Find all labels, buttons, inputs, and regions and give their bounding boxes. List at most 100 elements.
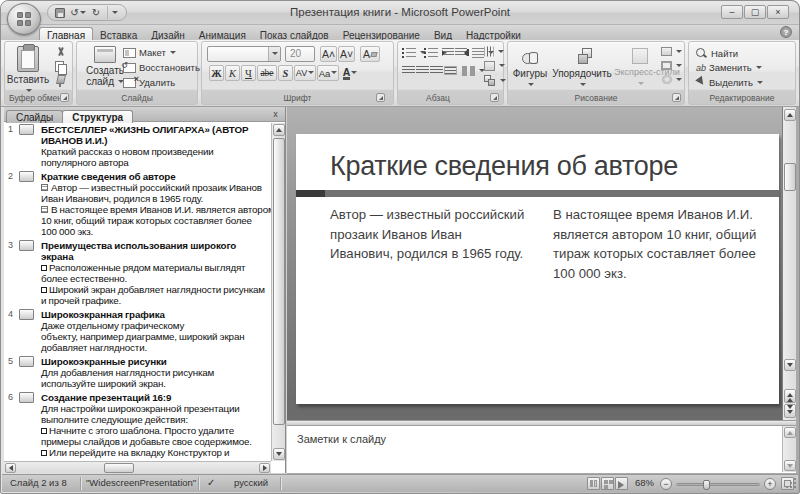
arrange-button[interactable]: Упорядочить bbox=[550, 48, 614, 90]
copy-button[interactable] bbox=[55, 61, 66, 73]
notes-panel[interactable]: Заметки к слайду bbox=[287, 426, 796, 474]
outline-item-title[interactable]: Широкоэкранная графика bbox=[41, 309, 271, 320]
increase-indent-button[interactable] bbox=[455, 48, 467, 57]
notes-scroll-up-icon[interactable] bbox=[784, 427, 796, 438]
select-button[interactable]: Выделить bbox=[696, 77, 763, 88]
outline-block[interactable]: Для добавления наглядности рисункам испо… bbox=[41, 367, 271, 389]
maximize-button[interactable]: ▢ bbox=[744, 5, 766, 19]
outline-item-title[interactable]: Широкоэкранные рисунки bbox=[41, 356, 271, 367]
shapes-button[interactable]: Фигуры bbox=[510, 48, 550, 90]
shadow-button[interactable]: S bbox=[278, 65, 293, 81]
convert-smartart-button[interactable] bbox=[484, 75, 506, 86]
outline-block[interactable]: В настоящее время Иванов И.И. является а… bbox=[41, 204, 271, 237]
bullets-button[interactable] bbox=[402, 48, 426, 58]
zoom-slider[interactable] bbox=[676, 483, 760, 486]
outline-scroll-left-icon[interactable] bbox=[5, 463, 16, 473]
outline-item-title[interactable]: Преимущества использования широкого экра… bbox=[41, 240, 271, 262]
slideshow-view-button[interactable] bbox=[615, 477, 628, 490]
character-spacing-button[interactable]: AV bbox=[294, 65, 316, 81]
shape-fill-button[interactable] bbox=[661, 47, 682, 56]
slide-vscrollbar[interactable] bbox=[782, 107, 796, 420]
strikethrough-button[interactable]: abe bbox=[257, 65, 277, 81]
outline-item-title[interactable]: БЕСТСЕЛЛЕР «ЖИЗНЬ ОЛИГАРХА» (АВТОР ИВАНО… bbox=[41, 124, 271, 146]
qat-more-button[interactable] bbox=[107, 6, 121, 19]
layout-button[interactable]: Макет bbox=[123, 47, 176, 58]
notes-placeholder[interactable]: Заметки к слайду bbox=[297, 433, 386, 445]
title-bar[interactable]: ↺ ↻ Презентация книги - Microsoft PowerP… bbox=[1, 1, 799, 25]
align-center-button[interactable] bbox=[416, 66, 429, 75]
next-slide-button[interactable] bbox=[784, 404, 796, 418]
outline-block[interactable]: Автор — известный российский прозаик Ива… bbox=[41, 182, 271, 204]
align-left-button[interactable] bbox=[402, 66, 415, 75]
close-button[interactable]: × bbox=[767, 5, 789, 19]
align-right-button[interactable] bbox=[430, 66, 443, 75]
outline-block[interactable]: Краткий рассказ о новом произведении поп… bbox=[41, 146, 271, 168]
outline-item[interactable]: 1 БЕСТСЕЛЛЕР «ЖИЗНЬ ОЛИГАРХА» (АВТОР ИВА… bbox=[4, 124, 271, 168]
outline-block[interactable]: Начните с этого шаблона. Просто удалите … bbox=[41, 425, 271, 447]
slide-title[interactable]: Краткие сведения об авторе bbox=[330, 151, 678, 182]
spellcheck-icon[interactable]: ✓ bbox=[207, 477, 215, 488]
outline-block[interactable]: Расположенные рядом материалы выглядят б… bbox=[41, 262, 271, 284]
slide-scroll-down-icon[interactable] bbox=[784, 359, 796, 371]
slide-text-right[interactable]: В настоящее время Иванов И.И. является а… bbox=[553, 205, 778, 283]
notes-vscrollbar[interactable] bbox=[782, 426, 796, 472]
undo-button[interactable]: ↺ bbox=[71, 6, 85, 19]
help-icon[interactable]: ? bbox=[780, 26, 792, 38]
font-color-button[interactable]: А bbox=[343, 65, 357, 81]
outline-scroll-down-icon[interactable] bbox=[273, 448, 285, 460]
change-case-button[interactable]: Aa bbox=[317, 65, 339, 81]
outline-block[interactable]: Или перейдите на вкладку Конструктор и bbox=[41, 447, 271, 458]
decrease-indent-button[interactable] bbox=[442, 48, 454, 57]
panel-close-icon[interactable]: x bbox=[270, 109, 281, 119]
paste-button[interactable]: Вставить bbox=[5, 46, 51, 96]
outline-item[interactable]: 3 Преимущества использования широкого эк… bbox=[4, 240, 271, 306]
normal-view-button[interactable] bbox=[587, 477, 600, 490]
justify-button[interactable] bbox=[444, 66, 457, 75]
zoom-level[interactable]: 68% bbox=[635, 477, 654, 488]
outline-item[interactable]: 2 Краткие сведения об авторе Автор — изв… bbox=[4, 171, 271, 237]
outline-item[interactable]: 6 Создание презентаций 16:9 Для настройк… bbox=[4, 392, 271, 458]
cut-button[interactable] bbox=[55, 47, 66, 59]
zoom-slider-handle[interactable] bbox=[703, 480, 710, 490]
slide-canvas[interactable]: Краткие сведения об авторе Автор — извес… bbox=[296, 134, 779, 404]
delete-button[interactable]: Удалить bbox=[123, 77, 175, 88]
outline-vscrollbar[interactable] bbox=[271, 123, 285, 461]
previous-slide-button[interactable] bbox=[784, 389, 796, 403]
decrease-font-button[interactable]: A˅ bbox=[338, 46, 355, 62]
office-button[interactable] bbox=[7, 3, 41, 35]
notes-scroll-down-icon[interactable] bbox=[784, 460, 796, 471]
redo-button[interactable]: ↻ bbox=[89, 6, 103, 19]
shape-outline-button[interactable] bbox=[661, 61, 682, 70]
resize-grip[interactable] bbox=[784, 478, 796, 490]
outline-block[interactable]: Даже отдельному графическому объекту, на… bbox=[41, 320, 271, 353]
text-direction-button[interactable] bbox=[484, 47, 504, 56]
zoom-in-button[interactable]: + bbox=[764, 478, 776, 490]
theme-name[interactable]: "WidescreenPresentation" bbox=[86, 477, 196, 488]
outline-item[interactable]: 4 Широкоэкранная графика Даже отдельному… bbox=[4, 309, 271, 353]
outline-item-title[interactable]: Создание презентаций 16:9 bbox=[41, 392, 271, 403]
shape-effects-button[interactable] bbox=[662, 75, 682, 84]
replace-button[interactable]: abЗаменить bbox=[696, 62, 762, 73]
increase-font-button[interactable]: A˄ bbox=[320, 46, 337, 62]
outline-scroll-thumb[interactable] bbox=[273, 138, 285, 425]
zoom-out-button[interactable]: − bbox=[660, 478, 672, 490]
minimize-button[interactable]: – bbox=[721, 5, 743, 19]
drawing-dialog-launcher[interactable]: ◢ bbox=[672, 93, 681, 102]
columns-button[interactable] bbox=[462, 66, 485, 76]
align-text-button[interactable] bbox=[484, 61, 505, 71]
slide-scroll-thumb[interactable] bbox=[784, 163, 796, 191]
reset-button[interactable]: Восстановить bbox=[123, 62, 200, 73]
bold-button[interactable]: Ж bbox=[209, 65, 224, 81]
find-button[interactable]: Найти bbox=[696, 47, 738, 59]
format-painter-button[interactable] bbox=[55, 75, 66, 87]
save-button[interactable] bbox=[53, 6, 67, 19]
slide-counter[interactable]: Слайд 2 из 8 bbox=[10, 477, 67, 488]
font-dialog-launcher[interactable]: ◢ bbox=[376, 93, 385, 102]
outline-hscroll-thumb[interactable] bbox=[104, 463, 134, 473]
outline-scroll-right-icon[interactable] bbox=[259, 463, 270, 473]
outline-item[interactable]: 5 Широкоэкранные рисунки Для добавления … bbox=[4, 356, 271, 389]
font-name-combo[interactable] bbox=[207, 46, 281, 62]
italic-button[interactable]: К bbox=[225, 65, 240, 81]
clipboard-dialog-launcher[interactable]: ◢ bbox=[60, 93, 69, 102]
slide-sorter-view-button[interactable] bbox=[601, 477, 614, 490]
